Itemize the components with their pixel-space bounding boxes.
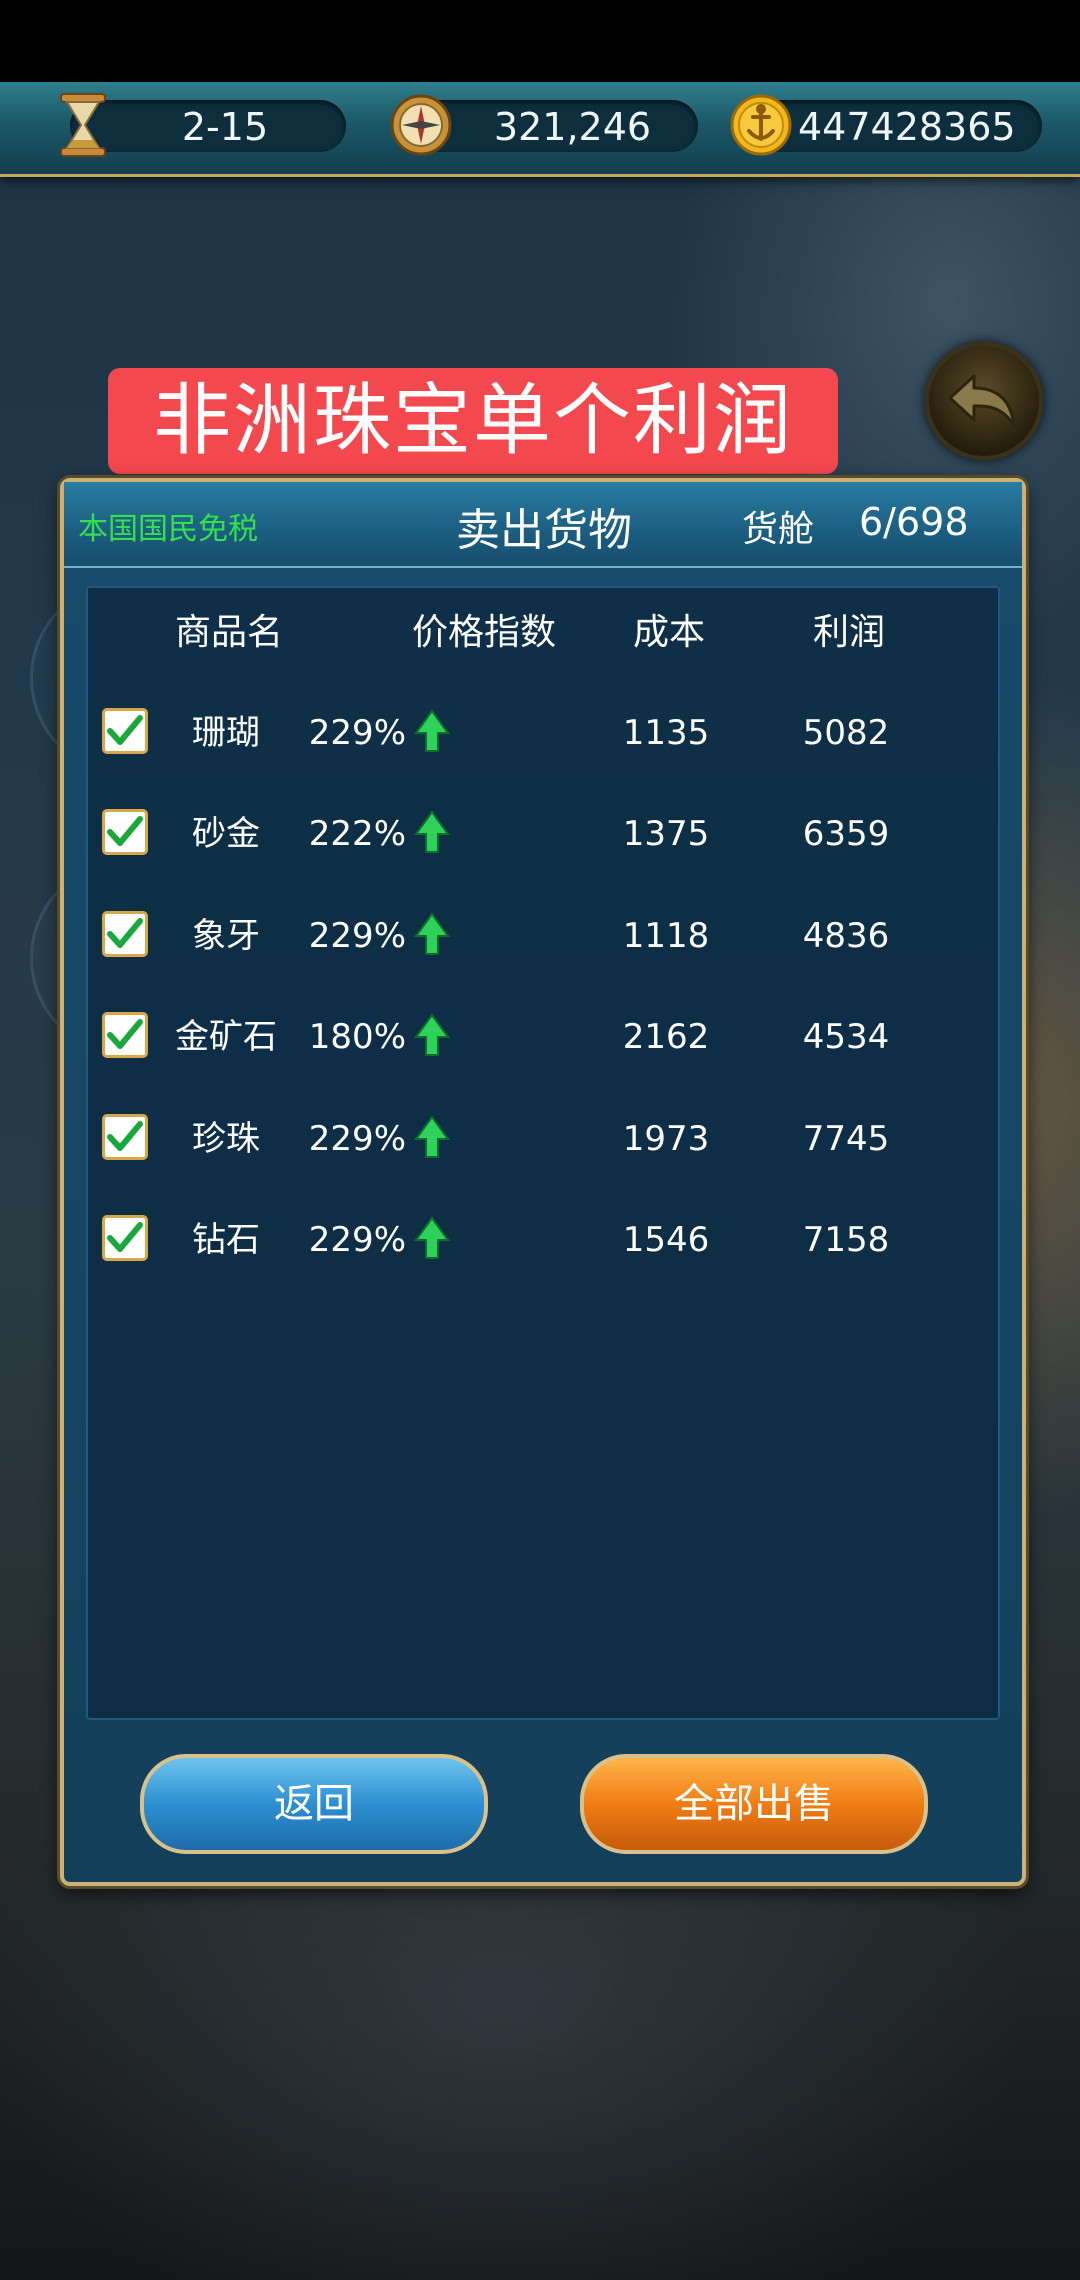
column-header-cost: 成本 — [632, 612, 705, 653]
checkmark-icon — [107, 1019, 143, 1049]
row-checkbox[interactable] — [102, 809, 148, 855]
checkmark-icon — [107, 1121, 143, 1151]
goods-name: 金矿石 — [175, 1017, 277, 1057]
gold-anchor-coin-icon — [726, 90, 796, 160]
cost-value: 1135 — [622, 713, 710, 753]
trend-up-icon — [414, 709, 450, 752]
price-index: 229% — [308, 1220, 406, 1260]
sell-all-button[interactable]: 全部出售 — [580, 1754, 928, 1854]
resource-hud: 2-15 321,246 447428365 — [0, 82, 1080, 177]
column-header-price-index: 价格指数 — [411, 612, 556, 653]
column-header-profit: 利润 — [812, 612, 885, 653]
status-bar — [0, 0, 1080, 82]
row-checkbox[interactable] — [102, 1114, 148, 1160]
level-value: 2-15 — [181, 105, 269, 149]
price-index: 180% — [308, 1017, 406, 1057]
cost-value: 1973 — [622, 1119, 710, 1159]
trend-up-icon — [414, 810, 450, 853]
goods-name: 珊瑚 — [192, 713, 260, 753]
profit-value: 4836 — [802, 916, 890, 956]
trend-up-icon — [414, 1013, 450, 1056]
table-row[interactable]: 珊瑚 229% 1135 5082 — [86, 691, 996, 771]
trend-up-icon — [414, 912, 450, 955]
annotation-banner: 非洲珠宝单个利润 — [108, 368, 838, 474]
column-header-name: 商品名 — [174, 612, 283, 653]
row-checkbox[interactable] — [102, 708, 148, 754]
return-arrow-button[interactable] — [925, 342, 1043, 460]
compass-icon — [386, 90, 456, 160]
profit-value: 7158 — [802, 1220, 890, 1260]
tax-exempt-note: 本国国民免税 — [78, 512, 258, 547]
table-row[interactable]: 钻石 229% 1546 7158 — [86, 1198, 996, 1278]
return-arrow-icon — [948, 374, 1016, 428]
checkmark-icon — [107, 715, 143, 745]
profit-value: 4534 — [802, 1017, 890, 1057]
cost-value: 1546 — [622, 1220, 710, 1260]
checkmark-icon — [107, 1222, 143, 1252]
row-checkbox[interactable] — [102, 911, 148, 957]
price-index: 229% — [308, 916, 406, 956]
goods-name: 珍珠 — [192, 1119, 260, 1159]
trend-up-icon — [414, 1115, 450, 1158]
gold-value: 447428365 — [798, 105, 1016, 149]
price-index: 229% — [308, 713, 406, 753]
row-checkbox[interactable] — [102, 1012, 148, 1058]
table-row[interactable]: 金矿石 180% 2162 4534 — [86, 995, 996, 1075]
row-checkbox[interactable] — [102, 1215, 148, 1261]
cargo-hold-value: 6/698 — [859, 500, 969, 544]
compass-value: 321,246 — [493, 105, 652, 149]
table-row[interactable]: 珍珠 229% 1973 7745 — [86, 1097, 996, 1177]
goods-name: 砂金 — [192, 814, 260, 854]
back-button[interactable]: 返回 — [140, 1754, 488, 1854]
goods-name: 钻石 — [192, 1220, 260, 1260]
cost-value: 1375 — [622, 814, 710, 854]
price-index: 222% — [308, 814, 406, 854]
panel-header: 本国国民免税 卖出货物 货舱 6/698 — [64, 482, 1022, 568]
checkmark-icon — [107, 918, 143, 948]
cargo-hold-label: 货舱 — [742, 509, 815, 550]
sell-goods-panel: 本国国民免税 卖出货物 货舱 6/698 商品名 价格指数 成本 利润 珊瑚 2… — [60, 478, 1026, 1886]
profit-value: 6359 — [802, 814, 890, 854]
hourglass-icon — [48, 90, 118, 160]
price-index: 229% — [308, 1119, 406, 1159]
profit-value: 7745 — [802, 1119, 890, 1159]
table-row[interactable]: 象牙 229% 1118 4836 — [86, 894, 996, 974]
panel-title: 卖出货物 — [456, 505, 632, 556]
trend-up-icon — [414, 1216, 450, 1259]
goods-name: 象牙 — [192, 916, 260, 956]
cost-value: 1118 — [622, 916, 710, 956]
table-row[interactable]: 砂金 222% 1375 6359 — [86, 792, 996, 872]
checkmark-icon — [107, 816, 143, 846]
cost-value: 2162 — [622, 1017, 710, 1057]
profit-value: 5082 — [802, 713, 890, 753]
